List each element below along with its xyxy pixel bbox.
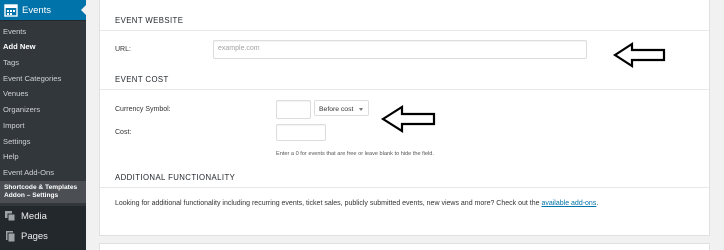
sidebar-item-tags[interactable]: Tags (3, 58, 19, 67)
sidebar-item-settings[interactable]: Settings (3, 137, 30, 146)
sidebar-item-event-add-ons[interactable]: Event Add-Ons (3, 168, 54, 177)
url-placeholder: example.com (218, 45, 260, 52)
sidebar-item-venues[interactable]: Venues (3, 89, 28, 98)
currency-position-select[interactable]: Before cost (314, 100, 369, 116)
left-arrow-icon (612, 41, 666, 69)
menu-pages-label: Pages (21, 230, 48, 242)
menu-media-label: Media (21, 210, 47, 222)
sidebar-item-help[interactable]: Help (3, 152, 19, 161)
chevron-down-icon (359, 108, 363, 111)
menu-events[interactable]: Events (0, 0, 86, 20)
pages-icon (6, 231, 16, 242)
media-icon (5, 211, 16, 222)
currency-symbol-input[interactable] (276, 100, 311, 119)
sidebar-item-add-new[interactable]: Add New (3, 42, 36, 51)
additional-functionality-text: Looking for additional functionality inc… (115, 200, 598, 207)
cost-input[interactable] (276, 124, 326, 141)
sidebar-item-shortcode-templates[interactable]: Shortcode & Templates Addon – Settings (0, 181, 86, 203)
currency-symbol-label: Currency Symbol: (115, 106, 171, 113)
event-cost-heading: EVENT COST (115, 75, 169, 84)
divider (100, 89, 709, 90)
sidebar-item-import[interactable]: Import (3, 121, 25, 130)
event-website-heading: EVENT WEBSITE (115, 16, 184, 25)
currency-position-value: Before cost (319, 106, 354, 113)
url-label: URL: (115, 46, 131, 53)
divider (100, 187, 709, 188)
additional-text: Looking for additional functionality inc… (115, 200, 542, 207)
additional-functionality-heading: ADDITIONAL FUNCTIONALITY (115, 173, 236, 182)
menu-pages[interactable]: Pages (0, 226, 86, 246)
admin-sidebar: Events Events Add New Tags Event Categor… (0, 0, 86, 250)
sidebar-item-event-categories[interactable]: Event Categories (3, 74, 61, 83)
events-submenu: Events Add New Tags Event Categories Ven… (0, 21, 86, 206)
menu-events-label: Events (22, 4, 52, 16)
left-arrow-icon (380, 105, 436, 133)
menu-media[interactable]: Media (0, 206, 86, 226)
available-add-ons-link[interactable]: available add-ons (541, 200, 596, 207)
cost-label: Cost: (115, 129, 132, 136)
cost-hint: Enter a 0 for events that are free or le… (276, 151, 434, 157)
sidebar-item-organizers[interactable]: Organizers (3, 105, 40, 114)
next-panel-edge (99, 243, 710, 250)
calendar-icon (4, 4, 18, 17)
sidebar-item-events[interactable]: Events (3, 27, 26, 36)
url-input[interactable]: example.com (213, 40, 587, 59)
divider (100, 30, 709, 31)
additional-suffix: . (596, 200, 599, 207)
